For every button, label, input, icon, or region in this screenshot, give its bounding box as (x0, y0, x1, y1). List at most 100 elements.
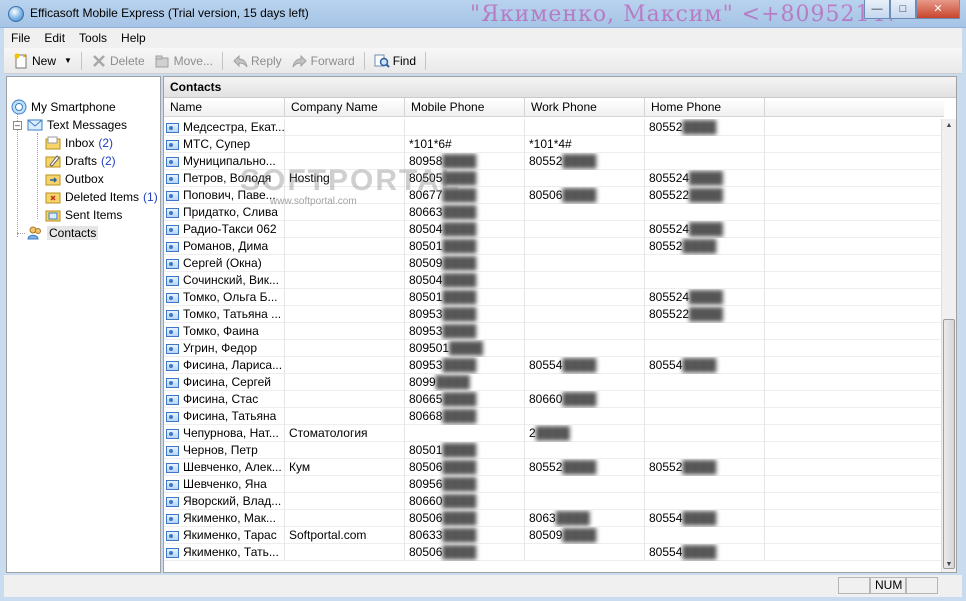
table-row[interactable]: МТС, Супер *101*6# *101*4# (164, 136, 942, 153)
cell-mobile-phone: 80501████ (405, 289, 525, 306)
tree-item-deleted-items[interactable]: Deleted Items (1) (45, 188, 158, 206)
delete-button[interactable]: Delete (86, 50, 150, 72)
table-row[interactable]: Чепурнова, Нат... Стоматология 2████ (164, 425, 942, 442)
cell-company-value: Стоматология (289, 426, 368, 440)
contact-name: Муниципально... (183, 154, 276, 168)
table-row[interactable]: Томко, Татьяна ... 80953████ 805522████ (164, 306, 942, 323)
redacted-digits: ████ (442, 494, 477, 508)
new-button[interactable]: New ▼ (8, 50, 77, 72)
table-row[interactable]: Шевченко, Яна 80956████ (164, 476, 942, 493)
table-row[interactable]: Фисина, Сергей 8099████ (164, 374, 942, 391)
table-row[interactable]: Якименко, Мак... 80506████ 8063████ 80554██… (164, 510, 942, 527)
tree-item-drafts[interactable]: Drafts (2) (45, 152, 116, 170)
collapse-toggle-icon[interactable]: – (13, 121, 22, 130)
table-row[interactable]: Медсестра, Екат... 80552████ (164, 119, 942, 136)
deleted-folder-icon (45, 189, 61, 205)
cell-work-phone (525, 289, 645, 306)
table-row[interactable]: Якименко, Тать... 80506████ 80554████ (164, 544, 942, 561)
column-header-company[interactable]: Company Name (285, 98, 405, 117)
table-row[interactable]: Угрин, Федор 809501████ (164, 340, 942, 357)
table-row[interactable]: Фисина, Татьяна 80668████ (164, 408, 942, 425)
table-row[interactable]: Чернов, Петр 80501████ (164, 442, 942, 459)
tree-item-outbox[interactable]: Outbox (45, 170, 104, 188)
tree-connector (37, 133, 38, 219)
cell-work-phone (525, 306, 645, 323)
table-row[interactable]: Сочинский, Вик... 80504████ (164, 272, 942, 289)
vertical-scrollbar[interactable]: ▲ ▼ (941, 119, 956, 572)
contact-name: Сергей (Окна) (183, 256, 262, 270)
menu-edit[interactable]: Edit (37, 31, 72, 45)
cell-name: Радио-Такси 062 (164, 221, 285, 238)
table-row[interactable]: Муниципально... 80958████ 80552████ (164, 153, 942, 170)
cell-mobile-phone: 80665████ (405, 391, 525, 408)
cell-mobile-phone-value: 80660 (409, 494, 443, 508)
new-dropdown-arrow-icon[interactable]: ▼ (64, 56, 72, 65)
table-row[interactable]: Романов, Дима 80501████ 80552████ (164, 238, 942, 255)
cell-mobile-phone (405, 425, 525, 442)
app-icon (8, 6, 24, 22)
contact-name: Томко, Фаина (183, 324, 259, 338)
contact-name: Медсестра, Екат... (183, 120, 285, 134)
table-row[interactable]: Фисина, Стас 80665████ 80660████ (164, 391, 942, 408)
find-button[interactable]: Find (369, 50, 421, 72)
tree-item-my-smartphone[interactable]: My Smartphone (11, 98, 116, 116)
table-row[interactable]: Петров, Володя Hosting 80505████ 805524████ (164, 170, 942, 187)
close-button[interactable]: ✕ (916, 0, 960, 19)
cell-mobile-phone-value: 80509 (409, 256, 443, 270)
cell-work-phone (525, 204, 645, 221)
forward-button[interactable]: Forward (287, 50, 360, 72)
table-row[interactable]: Якименко, Тарас Softportal.com 80633████ 80… (164, 527, 942, 544)
menu-help[interactable]: Help (114, 31, 153, 45)
cell-mobile-phone: 80506████ (405, 459, 525, 476)
watermark-url: www.softportal.com (270, 196, 357, 207)
table-row[interactable]: Сергей (Окна) 80509████ (164, 255, 942, 272)
find-icon (374, 53, 390, 69)
contact-card-icon (166, 156, 179, 167)
column-header-mobile[interactable]: Mobile Phone (405, 98, 525, 117)
tree-item-sent-items[interactable]: Sent Items (45, 206, 122, 224)
column-header-work[interactable]: Work Phone (525, 98, 645, 117)
cell-mobile-phone: 80953████ (405, 357, 525, 374)
table-row[interactable]: Радио-Такси 062 80504████ 805524████ (164, 221, 942, 238)
redacted-digits: ████ (442, 443, 477, 457)
table-row[interactable]: Яворский, Влад... 80660████ (164, 493, 942, 510)
menu-file[interactable]: File (4, 31, 37, 45)
cell-mobile-phone-value: 80506 (409, 545, 443, 559)
cell-mobile-phone-value: 80668 (409, 409, 443, 423)
reply-button[interactable]: Reply (227, 50, 287, 72)
reply-icon (232, 53, 248, 69)
tree-connector (17, 233, 25, 234)
scroll-down-icon[interactable]: ▼ (943, 558, 955, 572)
cell-work-phone-value: 8063 (529, 511, 556, 525)
sent-folder-icon (45, 207, 61, 223)
table-row[interactable]: Томко, Фаина 80953████ (164, 323, 942, 340)
tree-item-inbox[interactable]: Inbox (2) (45, 134, 113, 152)
table-row[interactable]: Шевченко, Алек... Кум 80506████ 80552████ 80… (164, 459, 942, 476)
minimize-button[interactable]: — (864, 0, 890, 19)
scroll-thumb[interactable] (943, 319, 955, 569)
scroll-up-icon[interactable]: ▲ (943, 119, 955, 133)
column-header-home[interactable]: Home Phone (645, 98, 765, 117)
cell-mobile-phone-value: 80501 (409, 239, 443, 253)
cell-company (285, 510, 405, 527)
drafts-folder-icon (45, 153, 61, 169)
cell-home-phone: 805522████ (645, 306, 765, 323)
move-folder-icon (155, 53, 171, 69)
cell-work-phone: 80554████ (525, 357, 645, 374)
table-row[interactable]: Фисина, Лариса... 80953████ 80554████ 80554… (164, 357, 942, 374)
move-button[interactable]: Move... (150, 50, 218, 72)
cell-home-phone-value: 805522 (649, 307, 690, 321)
cell-mobile-phone-value: 80506 (409, 460, 443, 474)
contact-name: Томко, Ольга Б... (183, 290, 278, 304)
cell-home-phone: 805524████ (645, 170, 765, 187)
tree-item-contacts[interactable]: Contacts (27, 224, 99, 242)
maximize-button[interactable]: □ (890, 0, 916, 19)
redacted-digits: ████ (442, 528, 477, 542)
cell-mobile-phone: 80660████ (405, 493, 525, 510)
table-row[interactable]: Томко, Ольга Б... 80501████ 805524████ (164, 289, 942, 306)
contact-name: Фисина, Лариса... (183, 358, 283, 372)
cell-mobile-phone: 8099████ (405, 374, 525, 391)
column-header-name[interactable]: Name (164, 98, 285, 117)
menu-tools[interactable]: Tools (72, 31, 114, 45)
tree-item-text-messages[interactable]: Text Messages (27, 116, 127, 134)
